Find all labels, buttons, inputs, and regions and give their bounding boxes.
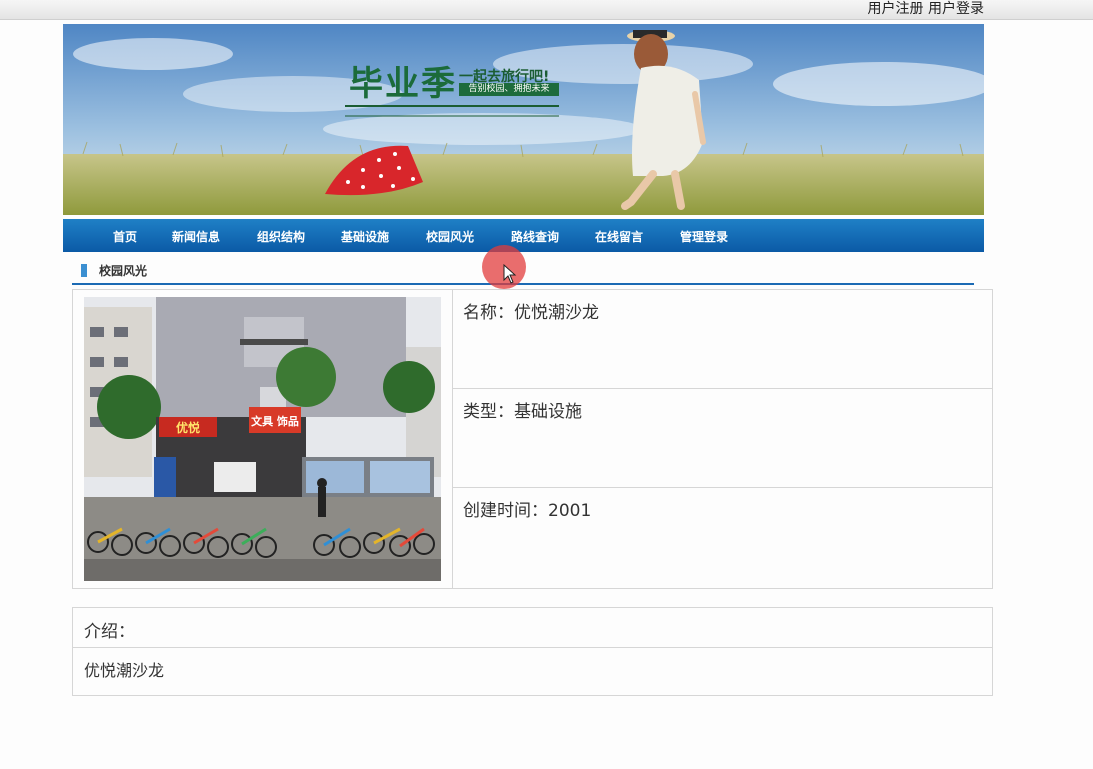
shop-sign-main: 优悦 xyxy=(176,420,200,435)
type-label: 类型： xyxy=(463,402,514,422)
nav-item-guestbook[interactable]: 在线留言 xyxy=(595,219,643,252)
type-field: 类型：基础设施 xyxy=(463,397,582,422)
place-photo: 优悦 文具 饰品 xyxy=(84,297,441,581)
intro-body: 优悦潮沙龙 xyxy=(84,661,165,680)
nav-item-route-search[interactable]: 路线查询 xyxy=(511,219,559,252)
nav-item-home[interactable]: 首页 xyxy=(113,219,137,252)
mouse-pointer-icon xyxy=(503,264,517,284)
register-link[interactable]: 用户注册 xyxy=(868,1,924,17)
banner-title: 毕业季 xyxy=(349,64,457,104)
intro-label: 介绍： xyxy=(84,622,135,642)
name-field: 名称：优悦潮沙龙 xyxy=(463,298,599,323)
photo-cell: 优悦 文具 饰品 xyxy=(73,290,453,588)
nav-item-organization[interactable]: 组织结构 xyxy=(257,219,305,252)
user-links: 用户注册 用户登录 xyxy=(868,1,984,18)
top-bar: 用户注册 用户登录 xyxy=(0,0,1093,20)
name-value: 优悦潮沙龙 xyxy=(514,303,599,323)
info-row-type: 类型：基础设施 xyxy=(453,389,992,488)
nav-item-news[interactable]: 新闻信息 xyxy=(172,219,220,252)
nav-item-admin-login[interactable]: 管理登录 xyxy=(680,219,728,252)
shop-photo-illustration: 优悦 文具 饰品 xyxy=(84,297,441,581)
section-title: 校园风光 xyxy=(99,264,148,278)
site-banner: 毕业季 一起去旅行吧! 告别校园、拥抱未来 xyxy=(63,24,984,218)
created-label: 创建时间： xyxy=(463,501,548,521)
nav-item-facilities[interactable]: 基础设施 xyxy=(341,219,389,252)
name-label: 名称： xyxy=(463,303,514,323)
intro-header: 介绍： xyxy=(73,608,992,648)
intro-panel: 介绍： 优悦潮沙龙 xyxy=(72,607,993,696)
section-marker xyxy=(81,264,87,277)
main-nav: 首页 新闻信息 组织结构 基础设施 校园风光 路线查询 在线留言 管理登录 xyxy=(63,219,984,252)
banner-tagline: 告别校园、拥抱未来 xyxy=(459,83,559,96)
nav-item-campus-scenery[interactable]: 校园风光 xyxy=(426,219,474,252)
info-row-name: 名称：优悦潮沙龙 xyxy=(453,290,992,389)
banner-illustration xyxy=(63,24,984,215)
created-field: 创建时间：2001 xyxy=(463,496,591,521)
login-link[interactable]: 用户登录 xyxy=(928,1,984,17)
created-value: 2001 xyxy=(548,501,592,521)
type-value: 基础设施 xyxy=(514,402,582,422)
shop-sign-stationery: 文具 饰品 xyxy=(251,414,299,428)
detail-table: 优悦 文具 饰品 名称：优悦潮沙龙 类型：基础设施 创建时间：2001 xyxy=(72,289,993,589)
info-row-created: 创建时间：2001 xyxy=(453,488,992,586)
